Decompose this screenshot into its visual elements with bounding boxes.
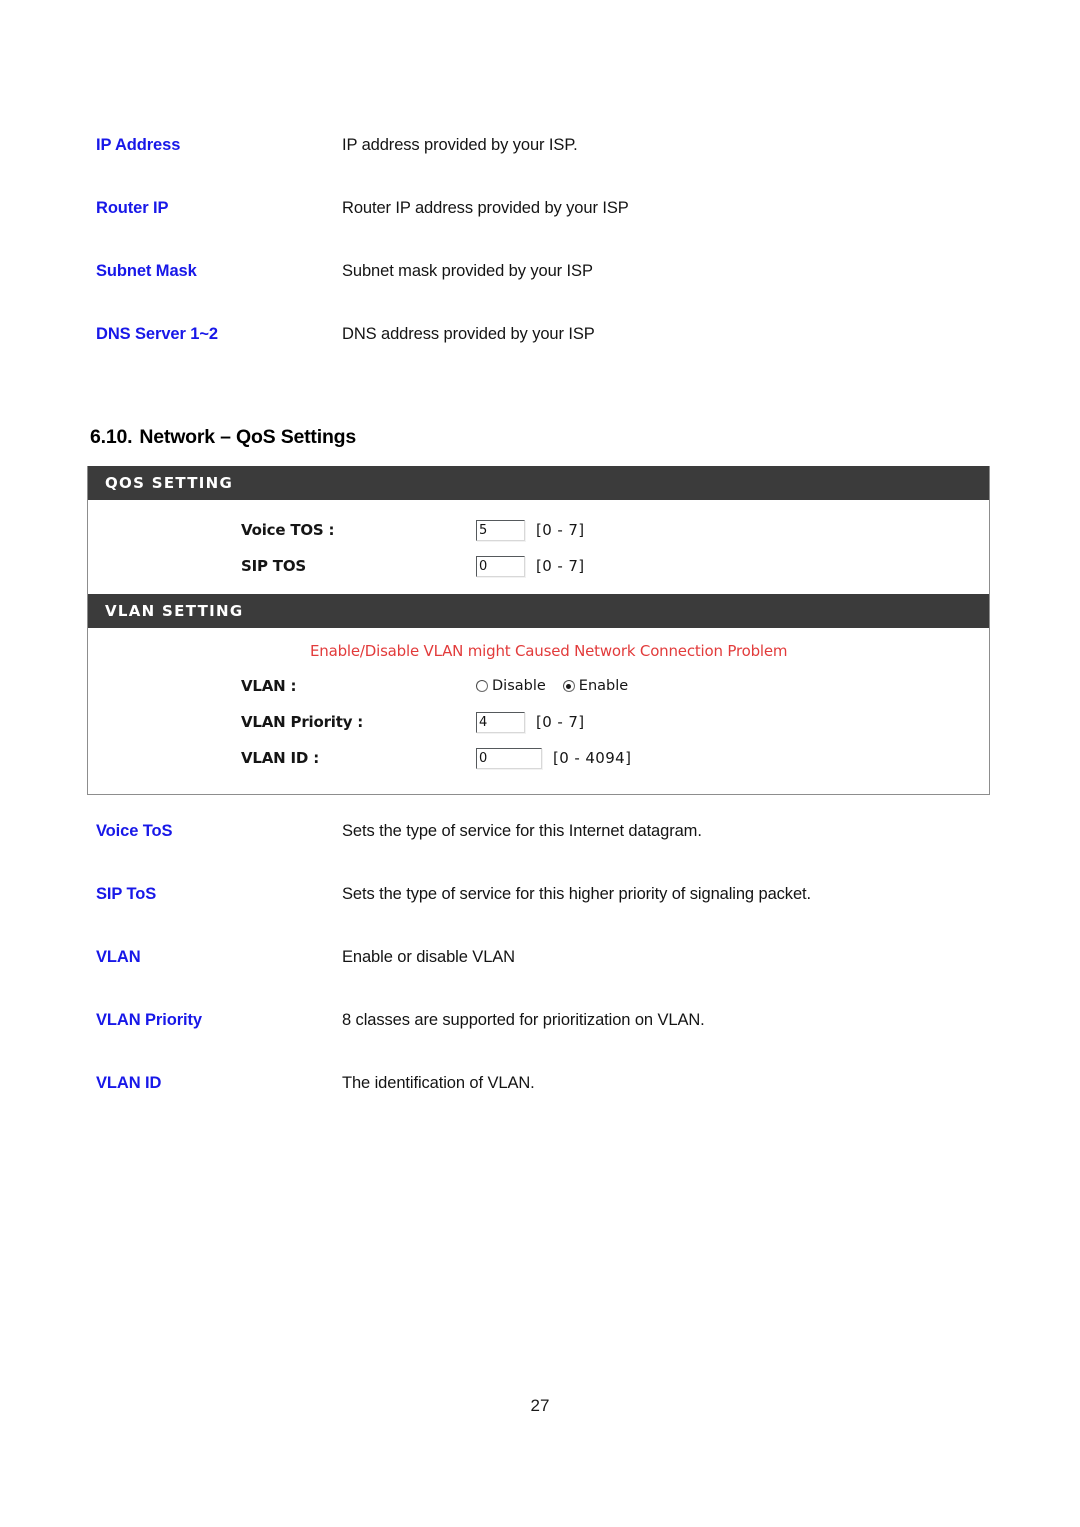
top-descriptions-label: Subnet Mask <box>96 261 197 280</box>
top-descriptions-text: DNS address provided by your ISP <box>342 324 595 343</box>
page-number: 27 <box>530 1396 550 1415</box>
qos-field-label: Voice TOS : <box>241 521 335 539</box>
bottom-descriptions-text: Enable or disable VLAN <box>342 947 515 966</box>
vlan-radio-label: Disable <box>492 678 546 694</box>
qos-field-input[interactable]: 0 <box>476 555 525 577</box>
bottom-descriptions-label: VLAN Priority <box>96 1010 202 1029</box>
vlan-field-row: VLAN Priority : 4 [0 - 7] <box>88 704 989 740</box>
top-descriptions-row: Subnet Mask Subnet mask provided by your … <box>96 262 996 281</box>
top-descriptions-label: IP Address <box>96 136 181 154</box>
vlan-field-input[interactable]: 4 <box>476 711 525 733</box>
vlan-field-row: VLAN ID : 0 [0 - 4094] <box>88 740 989 776</box>
top-descriptions-label: Router IP <box>96 198 169 217</box>
vlan-enable-row: VLAN : Disable Enable <box>88 668 989 704</box>
vlan-setting-panel: VLAN SETTING Enable/Disable VLAN might C… <box>87 594 990 795</box>
qos-setting-panel: QOS SETTING Voice TOS : 5 [0 - 7] SIP TOS 0 [… <box>87 466 990 603</box>
vlan-field-input[interactable]: 0 <box>476 747 542 769</box>
top-descriptions-row: DNS Server 1~2 DNS address provided by yo… <box>96 325 996 344</box>
bottom-descriptions-text: Sets the type of service for this Intern… <box>342 822 702 840</box>
radio-button-icon[interactable] <box>476 680 488 692</box>
vlan-radio-group[interactable]: Disable Enable <box>476 678 628 694</box>
bottom-descriptions-text: The identification of VLAN. <box>342 1073 535 1092</box>
top-descriptions-text: IP address provided by your ISP. <box>342 136 578 154</box>
bottom-descriptions-row: VLAN Priority 8 classes are supported for… <box>96 1011 996 1030</box>
bottom-descriptions-text: Sets the type of service for this higher… <box>342 884 811 903</box>
top-descriptions-text: Subnet mask provided by your ISP <box>342 261 593 280</box>
bottom-descriptions-row: SIP ToS Sets the type of service for this… <box>96 885 996 904</box>
qos-field-label: SIP TOS <box>241 557 306 575</box>
vlan-field-list: VLAN Priority : 4 [0 - 7] VLAN ID : 0 [0 - 40… <box>88 704 989 776</box>
bottom-descriptions-label: VLAN <box>96 947 141 966</box>
vlan-warning-text: Enable/Disable VLAN might Caused Network… <box>310 642 788 660</box>
top-descriptions-label: DNS Server 1~2 <box>96 324 218 343</box>
qos-description-list: Voice ToS Sets the type of service for th… <box>96 822 996 1093</box>
vlan-enable-label: VLAN : <box>241 677 297 695</box>
radio-button-icon[interactable] <box>562 680 575 692</box>
section-heading: 6.10. Network – QoS Settings <box>90 426 356 449</box>
vlan-panel-header: VLAN SETTING <box>88 594 989 628</box>
bottom-descriptions-row: VLAN ID The identification of VLAN. <box>96 1074 996 1093</box>
bottom-descriptions-row: Voice ToS Sets the type of service for th… <box>96 822 996 841</box>
qos-field-row: SIP TOS 0 [0 - 7] <box>88 548 989 584</box>
qos-field-input[interactable]: 5 <box>476 519 525 541</box>
vlan-field-range-hint: [0 - 4094] <box>553 749 632 767</box>
vlan-radio-label: Enable <box>578 678 629 694</box>
top-descriptions-text: Router IP address provided by your ISP <box>342 198 629 217</box>
vlan-panel-body: Enable/Disable VLAN might Caused Network… <box>88 628 989 794</box>
bottom-descriptions-text: 8 classes are supported for prioritizati… <box>342 1010 705 1029</box>
network-settings-description-list: IP Address IP address provided by your IS… <box>96 136 996 344</box>
qos-panel-body: Voice TOS : 5 [0 - 7] SIP TOS 0 [0 - 7] <box>88 500 989 602</box>
vlan-field-label: VLAN Priority : <box>241 713 364 731</box>
vlan-radio-disable[interactable]: Disable <box>476 678 546 694</box>
vlan-field-range-hint: [0 - 7] <box>536 713 585 731</box>
section-number: 6.10. <box>90 426 133 448</box>
bottom-descriptions-label: Voice ToS <box>96 822 173 840</box>
bottom-descriptions-label: VLAN ID <box>96 1073 162 1092</box>
qos-field-range-hint: [0 - 7] <box>536 521 585 539</box>
qos-field-range-hint: [0 - 7] <box>536 557 585 575</box>
qos-field-row: Voice TOS : 5 [0 - 7] <box>88 512 989 548</box>
top-descriptions-row: IP Address IP address provided by your IS… <box>96 136 996 155</box>
bottom-descriptions-label: SIP ToS <box>96 884 157 903</box>
qos-panel-header: QOS SETTING <box>88 466 989 500</box>
bottom-descriptions-row: VLAN Enable or disable VLAN <box>96 948 996 967</box>
section-title: Network – QoS Settings <box>139 426 357 448</box>
top-descriptions-row: Router IP Router IP address provided by y… <box>96 199 996 218</box>
vlan-radio-enable[interactable]: Enable <box>562 678 629 694</box>
vlan-field-label: VLAN ID : <box>241 749 320 767</box>
